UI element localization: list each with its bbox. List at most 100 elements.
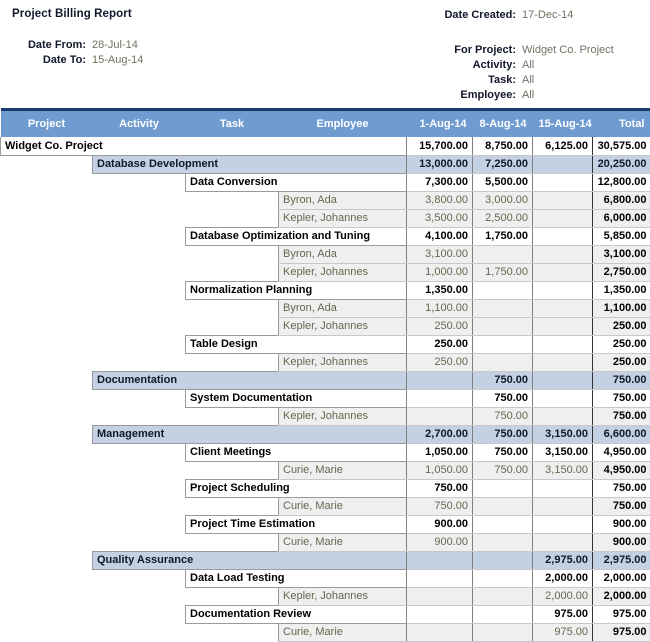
table-row[interactable]: Database Development13,000.007,250.0020,…: [1, 155, 650, 173]
cell-total: 30,575.00: [593, 137, 650, 155]
table-row[interactable]: Kepler, Johannes2,000.002,000.00: [1, 587, 650, 605]
cell-week-1: 3,100.00: [407, 245, 473, 263]
table-row[interactable]: Normalization Planning1,350.001,350.00: [1, 281, 650, 299]
table-row[interactable]: Curie, Marie750.00750.00: [1, 497, 650, 515]
cell-total: 900.00: [593, 515, 650, 533]
cell-week-1: [407, 407, 473, 425]
cell-week-1: [407, 389, 473, 407]
cell-week-1: 750.00: [407, 497, 473, 515]
table-row[interactable]: Client Meetings1,050.00750.003,150.004,9…: [1, 443, 650, 461]
table-row[interactable]: Project Scheduling750.00750.00: [1, 479, 650, 497]
indent-spacer: [1, 173, 93, 191]
cell-total: 1,100.00: [593, 299, 650, 317]
table-row[interactable]: Byron, Ada1,100.001,100.00: [1, 299, 650, 317]
table-row[interactable]: Management2,700.00750.003,150.006,600.00: [1, 425, 650, 443]
page-title: Project Billing Report: [12, 8, 132, 20]
table-row[interactable]: Kepler, Johannes250.00250.00: [1, 317, 650, 335]
column-header-week-1[interactable]: 1-Aug-14: [407, 111, 473, 137]
indent-spacer: [93, 587, 186, 605]
indent-spacer: [93, 497, 186, 515]
table-row[interactable]: Kepler, Johannes750.00750.00: [1, 407, 650, 425]
cell-week-1: 250.00: [407, 317, 473, 335]
row-label-activity: Management: [93, 425, 407, 443]
row-label-employee: Curie, Marie: [279, 497, 407, 515]
cell-week-3: [533, 281, 593, 299]
row-label-employee: Kepler, Johannes: [279, 317, 407, 335]
cell-week-1: [407, 371, 473, 389]
report-header: Project Billing Report Date From: 28-Jul…: [0, 0, 650, 108]
cell-total: 3,100.00: [593, 245, 650, 263]
indent-spacer: [186, 623, 279, 641]
cell-week-3: 975.00: [533, 605, 593, 623]
indent-spacer: [1, 425, 93, 443]
cell-week-2: 2,500.00: [473, 209, 533, 227]
table-row[interactable]: Byron, Ada3,800.003,000.006,800.00: [1, 191, 650, 209]
table-row[interactable]: Documentation Review975.00975.00: [1, 605, 650, 623]
indent-spacer: [1, 299, 93, 317]
date-created-row: Date Created: 17-Dec-14: [430, 8, 650, 23]
table-row[interactable]: System Documentation750.00750.00: [1, 389, 650, 407]
column-header-employee[interactable]: Employee: [279, 111, 407, 137]
cell-total: 4,950.00: [593, 461, 650, 479]
table-row[interactable]: Project Time Estimation900.00900.00: [1, 515, 650, 533]
indent-spacer: [1, 353, 93, 371]
column-header-task[interactable]: Task: [186, 111, 279, 137]
cell-week-2: [473, 281, 533, 299]
row-label-activity: Quality Assurance: [93, 551, 407, 569]
cell-week-2: 750.00: [473, 407, 533, 425]
table-row[interactable]: Curie, Marie975.00975.00: [1, 623, 650, 641]
cell-week-3: [533, 263, 593, 281]
table-row[interactable]: Widget Co. Project15,700.008,750.006,125…: [1, 137, 650, 155]
date-to-value: 15-Aug-14: [92, 53, 143, 68]
cell-week-3: 3,150.00: [533, 425, 593, 443]
cell-week-3: [533, 497, 593, 515]
row-label-employee: Kepler, Johannes: [279, 353, 407, 371]
cell-week-2: 1,750.00: [473, 227, 533, 245]
table-row[interactable]: Kepler, Johannes1,000.001,750.002,750.00: [1, 263, 650, 281]
row-label-employee: Curie, Marie: [279, 623, 407, 641]
row-label-employee: Byron, Ada: [279, 245, 407, 263]
table-row[interactable]: Kepler, Johannes3,500.002,500.006,000.00: [1, 209, 650, 227]
indent-spacer: [186, 317, 279, 335]
indent-spacer: [186, 497, 279, 515]
column-header-week-3[interactable]: 15-Aug-14: [533, 111, 593, 137]
table-row[interactable]: Table Design250.00250.00: [1, 335, 650, 353]
cell-week-3: 975.00: [533, 623, 593, 641]
row-label-employee: Byron, Ada: [279, 299, 407, 317]
table-row[interactable]: Database Optimization and Tuning4,100.00…: [1, 227, 650, 245]
row-label-employee: Curie, Marie: [279, 461, 407, 479]
table-row[interactable]: Curie, Marie1,050.00750.003,150.004,950.…: [1, 461, 650, 479]
activity-filter-value: All: [522, 58, 534, 73]
column-header-activity[interactable]: Activity: [93, 111, 186, 137]
cell-week-3: [533, 335, 593, 353]
table-row[interactable]: Kepler, Johannes250.00250.00: [1, 353, 650, 371]
cell-week-1: 13,000.00: [407, 155, 473, 173]
report-filters: Date Created: 17-Dec-14 For Project: Wid…: [430, 8, 650, 103]
indent-spacer: [186, 587, 279, 605]
cell-week-3: [533, 479, 593, 497]
table-body: Widget Co. Project15,700.008,750.006,125…: [1, 137, 650, 641]
indent-spacer: [186, 245, 279, 263]
table-row[interactable]: Documentation750.00750.00: [1, 371, 650, 389]
cell-week-2: 750.00: [473, 425, 533, 443]
indent-spacer: [1, 551, 93, 569]
cell-week-1: 1,050.00: [407, 443, 473, 461]
column-header-week-2[interactable]: 8-Aug-14: [473, 111, 533, 137]
cell-total: 6,600.00: [593, 425, 650, 443]
table-row[interactable]: Curie, Marie900.00900.00: [1, 533, 650, 551]
cell-total: 975.00: [593, 605, 650, 623]
cell-week-3: [533, 353, 593, 371]
row-label-task: Project Time Estimation: [186, 515, 407, 533]
table-row[interactable]: Data Conversion7,300.005,500.0012,800.00: [1, 173, 650, 191]
table-row[interactable]: Byron, Ada3,100.003,100.00: [1, 245, 650, 263]
indent-spacer: [186, 353, 279, 371]
row-label-task: Project Scheduling: [186, 479, 407, 497]
column-header-project[interactable]: Project: [1, 111, 93, 137]
table-row[interactable]: Data Load Testing2,000.002,000.00: [1, 569, 650, 587]
table-row[interactable]: Quality Assurance2,975.002,975.00: [1, 551, 650, 569]
column-header-total[interactable]: Total: [593, 111, 650, 137]
cell-week-1: 2,700.00: [407, 425, 473, 443]
cell-week-1: [407, 569, 473, 587]
cell-week-3: [533, 245, 593, 263]
cell-week-1: 900.00: [407, 533, 473, 551]
